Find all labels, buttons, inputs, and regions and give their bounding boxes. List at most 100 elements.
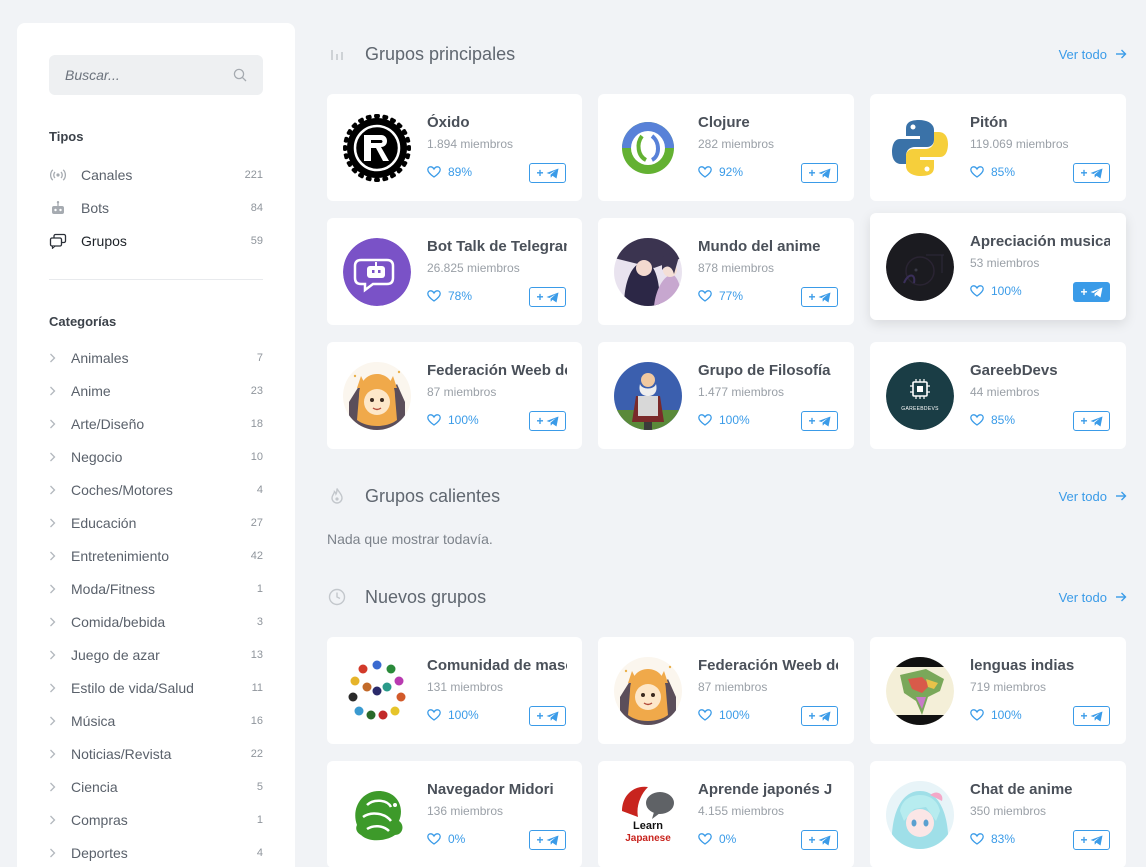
category-item[interactable]: Compras 1	[49, 803, 263, 836]
group-name[interactable]: Mundo del anime	[698, 238, 838, 255]
group-card[interactable]: Apreciación musical 53 miembros 100% +	[870, 213, 1126, 320]
group-avatar[interactable]: GAREEBDEVS	[886, 362, 954, 430]
category-item[interactable]: Negocio 10	[49, 440, 263, 473]
group-members: 719 miembros	[970, 680, 1047, 694]
join-telegram-button[interactable]: +	[801, 411, 838, 431]
group-card[interactable]: Óxido 1.894 miembros 89% +	[327, 94, 582, 201]
type-label: Canales	[81, 166, 133, 183]
group-card[interactable]: Grupo de Filosofía 1.477 miembros 100% +	[598, 342, 854, 449]
category-item[interactable]: Juego de azar 13	[49, 638, 263, 671]
rating-value: 89%	[448, 165, 473, 179]
group-name[interactable]: Aprende japonés J	[698, 781, 838, 798]
group-card[interactable]: Learn Japanese Aprende japonés J 4.155 mi…	[598, 761, 854, 867]
group-avatar[interactable]	[343, 238, 411, 306]
type-item-groups[interactable]: Grupos 59	[49, 224, 263, 257]
group-card[interactable]: Bot Talk de Telegram 26.825 miembros 78%…	[327, 218, 582, 325]
category-item[interactable]: Arte/Diseño 18	[49, 407, 263, 440]
section-title: Nuevos grupos	[365, 586, 487, 607]
heart-icon	[970, 166, 984, 178]
category-count: 23	[250, 384, 263, 397]
group-name[interactable]: Federación Weeb de	[427, 362, 567, 379]
group-avatar[interactable]	[343, 657, 411, 725]
group-card[interactable]: Federación Weeb de 87 miembros 100% +	[327, 342, 582, 449]
group-name[interactable]: Navegador Midori	[427, 781, 567, 798]
group-name[interactable]: Grupo de Filosofía	[698, 362, 838, 379]
category-item[interactable]: Ciencia 5	[49, 770, 263, 803]
join-telegram-button[interactable]: +	[801, 163, 838, 183]
group-avatar[interactable]	[343, 114, 411, 182]
category-count: 7	[256, 351, 263, 364]
category-label: Juego de azar	[71, 646, 160, 663]
category-item[interactable]: Comida/bebida 3	[49, 605, 263, 638]
category-item[interactable]: Deportes 4	[49, 836, 263, 867]
join-telegram-button[interactable]: +	[529, 830, 566, 850]
group-avatar[interactable]	[614, 114, 682, 182]
join-telegram-button[interactable]: +	[529, 287, 566, 307]
group-name[interactable]: Federación Weeb de	[698, 657, 838, 674]
group-rating: 100%	[970, 284, 1022, 298]
group-name[interactable]: Chat de anime	[970, 781, 1110, 798]
category-item[interactable]: Noticias/Revista 22	[49, 737, 263, 770]
group-card[interactable]: Chat de anime 350 miembros 83% +	[870, 761, 1126, 867]
group-avatar[interactable]	[886, 657, 954, 725]
group-name[interactable]: Bot Talk de Telegram	[427, 238, 567, 255]
group-avatar[interactable]	[614, 362, 682, 430]
join-telegram-button[interactable]: +	[801, 830, 838, 850]
group-avatar[interactable]	[343, 781, 411, 849]
group-avatar[interactable]	[886, 781, 954, 849]
group-avatar[interactable]	[343, 362, 411, 430]
join-telegram-button[interactable]: +	[529, 706, 566, 726]
category-item[interactable]: Coches/Motores 4	[49, 473, 263, 506]
group-name[interactable]: Pitón	[970, 114, 1110, 131]
view-all-top-link[interactable]: Ver todo	[1059, 47, 1127, 62]
category-label: Moda/Fitness	[71, 580, 156, 597]
category-label: Arte/Diseño	[71, 415, 145, 432]
group-card[interactable]: Mundo del anime 878 miembros 77% +	[598, 218, 854, 325]
search-box[interactable]	[49, 55, 263, 95]
join-telegram-button[interactable]: +	[1073, 282, 1110, 302]
group-name[interactable]: Apreciación musical	[970, 233, 1110, 250]
group-avatar[interactable]: Learn Japanese	[614, 781, 682, 849]
group-card[interactable]: Federación Weeb de 87 miembros 100% +	[598, 637, 854, 744]
join-telegram-button[interactable]: +	[1073, 706, 1110, 726]
group-card[interactable]: Navegador Midori 136 miembros 0% +	[327, 761, 582, 867]
type-item-bots[interactable]: Bots 84	[49, 191, 263, 224]
category-item[interactable]: Educación 27	[49, 506, 263, 539]
join-telegram-button[interactable]: +	[1073, 411, 1110, 431]
group-card[interactable]: Clojure 282 miembros 92% +	[598, 94, 854, 201]
group-avatar[interactable]	[886, 114, 954, 182]
category-item[interactable]: Moda/Fitness 1	[49, 572, 263, 605]
category-item[interactable]: Estilo de vida/Salud 11	[49, 671, 263, 704]
search-icon[interactable]	[233, 68, 247, 82]
group-avatar[interactable]	[614, 238, 682, 306]
category-item[interactable]: Anime 23	[49, 374, 263, 407]
group-card[interactable]: lenguas indias 719 miembros 100% +	[870, 637, 1126, 744]
group-name[interactable]: Óxido	[427, 114, 567, 131]
join-telegram-button[interactable]: +	[529, 163, 566, 183]
group-name[interactable]: GareebDevs	[970, 362, 1110, 379]
search-input[interactable]	[65, 67, 245, 83]
group-card[interactable]: Comunidad de mascotas 131 miembros 100% …	[327, 637, 582, 744]
view-all-new-link[interactable]: Ver todo	[1059, 590, 1127, 605]
join-telegram-button[interactable]: +	[801, 287, 838, 307]
group-avatar[interactable]	[886, 233, 954, 301]
group-name[interactable]: Comunidad de mascotas	[427, 657, 567, 674]
category-count: 27	[250, 516, 263, 529]
join-telegram-button[interactable]: +	[529, 411, 566, 431]
join-telegram-button[interactable]: +	[801, 706, 838, 726]
category-item[interactable]: Entretenimiento 42	[49, 539, 263, 572]
category-item[interactable]: Animales 7	[49, 341, 263, 374]
group-name[interactable]: lenguas indias	[970, 657, 1110, 674]
arrow-right-icon	[1116, 592, 1127, 602]
group-card[interactable]: GAREEBDEVS GareebDevs 44 miembros 85% +	[870, 342, 1126, 449]
group-card[interactable]: Pitón 119.069 miembros 85% +	[870, 94, 1126, 201]
category-count: 10	[250, 450, 263, 463]
join-telegram-button[interactable]: +	[1073, 163, 1110, 183]
category-item[interactable]: Música 16	[49, 704, 263, 737]
view-all-hot-link[interactable]: Ver todo	[1059, 489, 1127, 504]
telegram-icon	[1090, 835, 1102, 845]
type-item-channels[interactable]: Canales 221	[49, 158, 263, 191]
group-avatar[interactable]	[614, 657, 682, 725]
group-name[interactable]: Clojure	[698, 114, 838, 131]
join-telegram-button[interactable]: +	[1073, 830, 1110, 850]
